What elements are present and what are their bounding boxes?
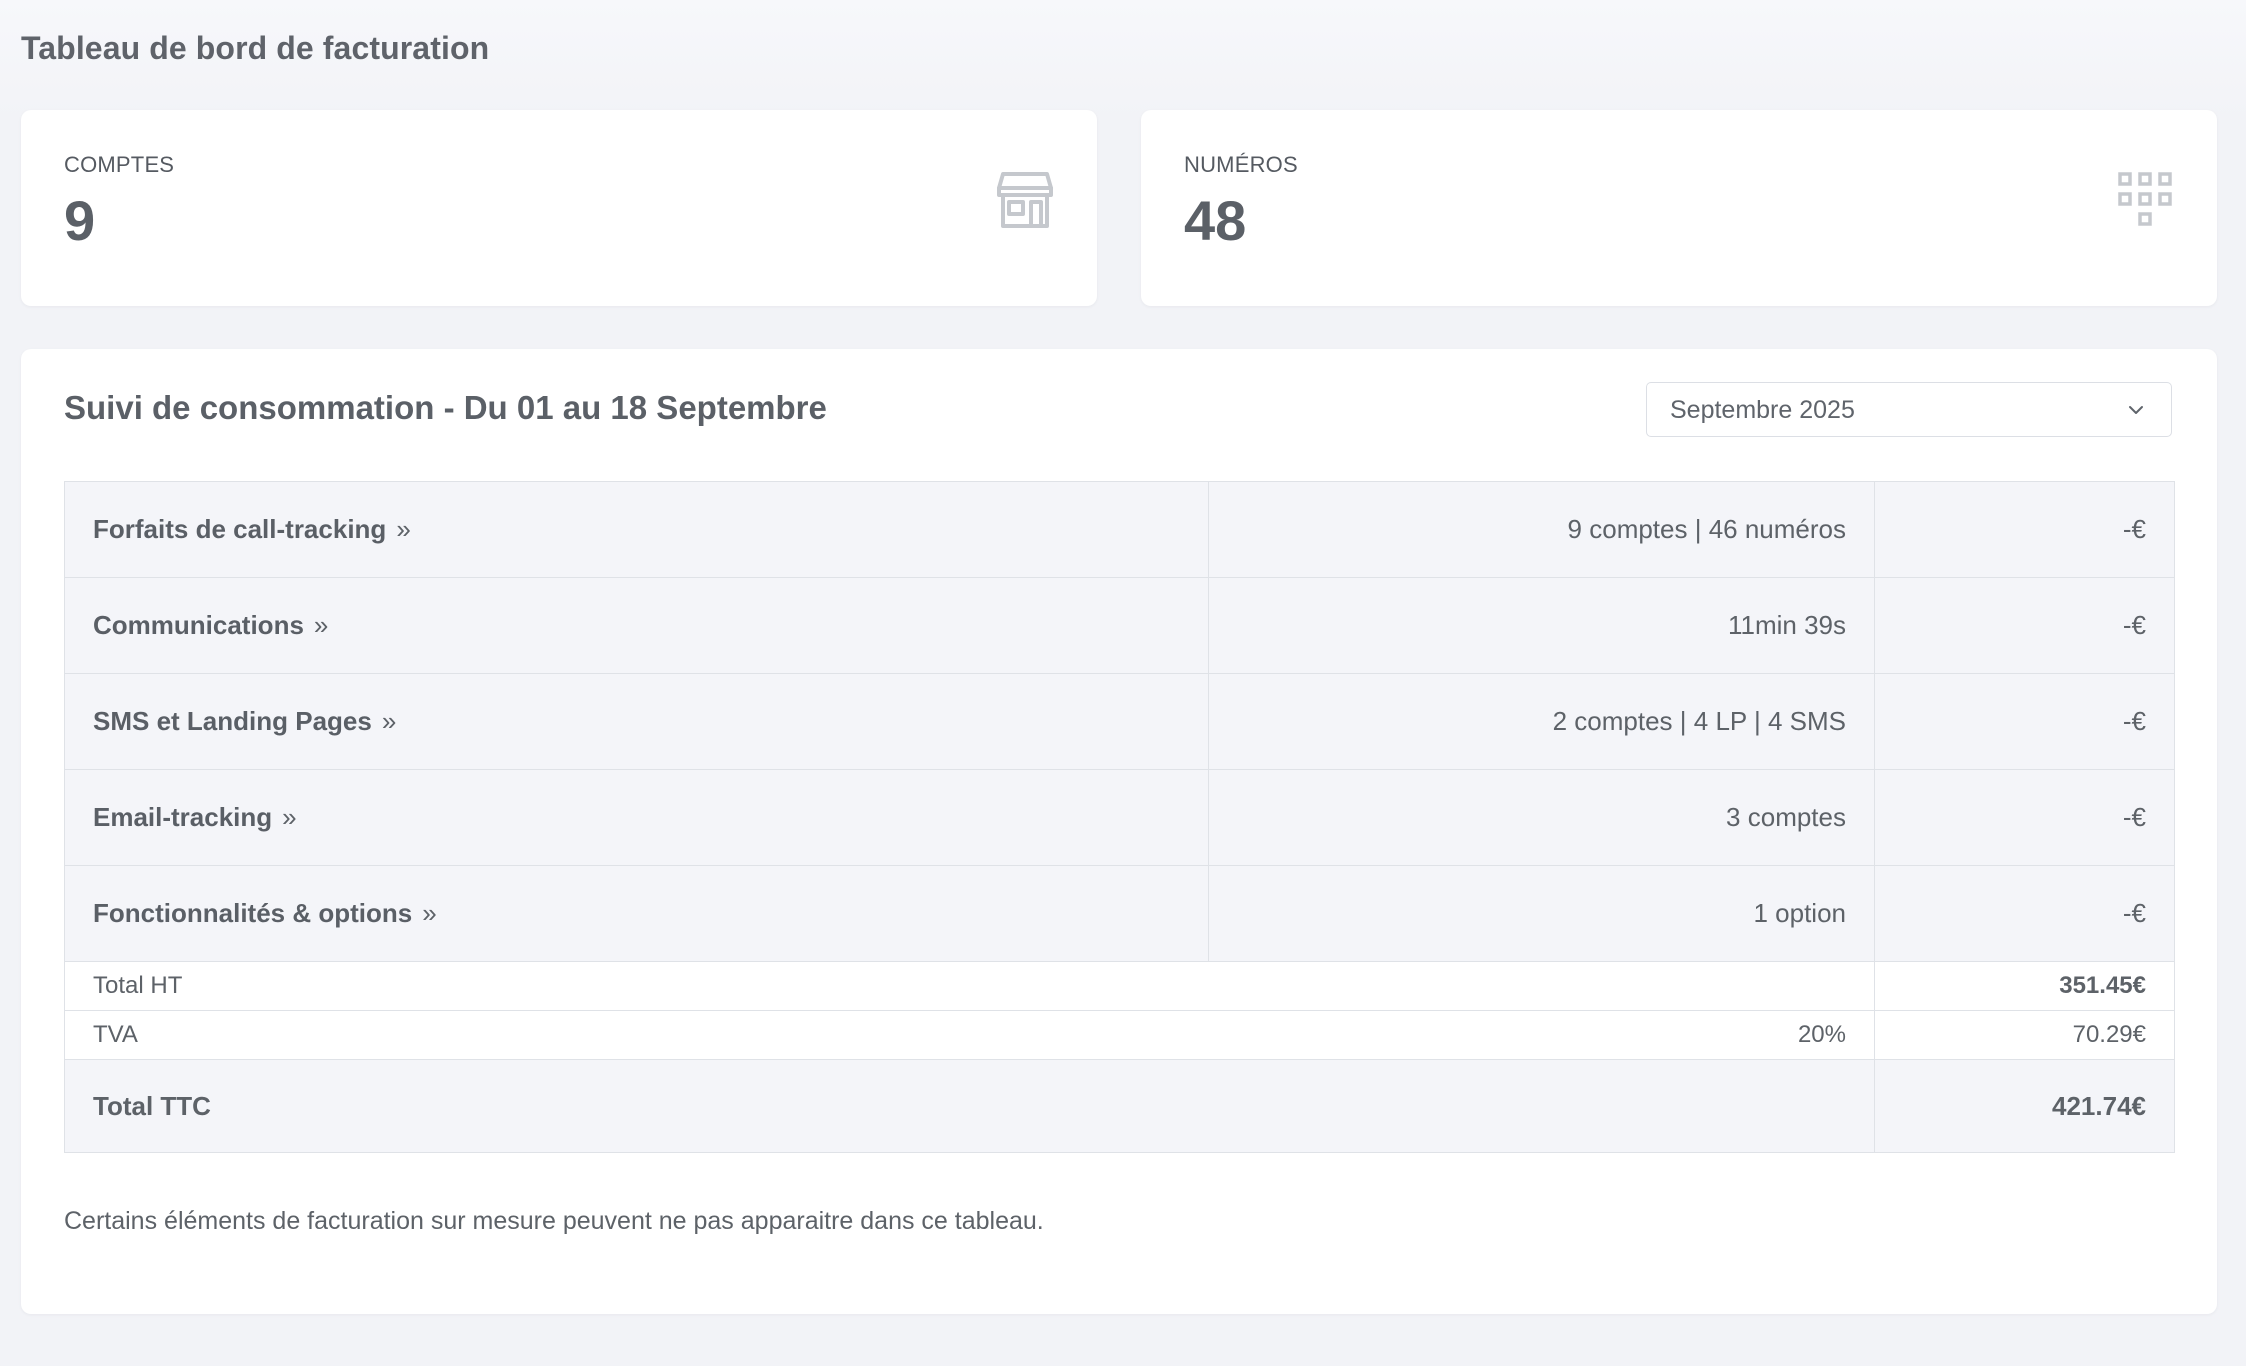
tva-label: TVA [64,1010,1209,1060]
service-label-options[interactable]: Fonctionnalités & options [93,898,412,928]
service-cell: Communications » [64,577,1209,674]
service-amount: -€ [1874,577,2175,674]
consumption-title: Suivi de consommation - Du 01 au 18 Sept… [64,389,827,426]
billing-dashboard: Tableau de bord de facturation COMPTES 9… [0,0,2246,1366]
total-ttc-label: Total TTC [64,1059,1875,1153]
consumption-card: Suivi de consommation - Du 01 au 18 Sept… [21,349,2217,1314]
double-chevron-right-icon: » [381,706,397,736]
stat-label-comptes: COMPTES [64,152,175,177]
service-label-email-tracking[interactable]: Email-tracking [93,802,272,832]
total-ttc-amount: 421.74€ [1874,1059,2175,1153]
service-cell: SMS et Landing Pages » [64,673,1209,770]
service-cell: Email-tracking » [64,769,1209,866]
month-select[interactable]: Septembre 2025 [1646,382,2172,437]
total-ttc-row: Total TTC 421.74€ [64,1059,2175,1153]
service-amount: -€ [1874,769,2175,866]
table-row[interactable]: Fonctionnalités & options » 1 option -€ [64,865,2175,962]
service-detail: 11min 39s [1208,577,1875,674]
total-ht-label: Total HT [64,961,1875,1011]
service-amount: -€ [1874,673,2175,770]
table-row[interactable]: Forfaits de call-tracking » 9 comptes | 4… [64,481,2175,578]
total-ht-amount: 351.45€ [1874,961,2175,1011]
service-label-sms-landing[interactable]: SMS et Landing Pages [93,706,372,736]
double-chevron-right-icon: » [313,610,329,640]
double-chevron-right-icon: » [396,514,411,544]
table-row[interactable]: SMS et Landing Pages » 2 comptes | 4 LP |… [64,673,2175,770]
service-detail: 9 comptes | 46 numéros [1208,481,1875,578]
grid-icon [2118,172,2172,226]
table-row[interactable]: Communications » 11min 39s -€ [64,577,2175,674]
store-icon [997,172,1053,228]
service-detail: 2 comptes | 4 LP | 4 SMS [1208,673,1875,770]
service-amount: -€ [1874,865,2175,962]
page-title: Tableau de bord de facturation [21,30,490,66]
tva-row: TVA 20% 70.29€ [64,1010,2175,1060]
stat-label-numeros: NUMÉROS [1184,152,1298,177]
stat-value-comptes: 9 [64,189,96,252]
tva-amount: 70.29€ [1874,1010,2175,1060]
stat-value-numeros: 48 [1184,189,1247,252]
service-detail: 1 option [1208,865,1875,962]
service-detail: 3 comptes [1208,769,1875,866]
service-amount: -€ [1874,481,2175,578]
table-row[interactable]: Email-tracking » 3 comptes -€ [64,769,2175,866]
tva-rate: 20% [1208,1010,1875,1060]
service-label-call-tracking[interactable]: Forfaits de call-tracking [93,514,386,544]
total-ht-row: Total HT 351.45€ [64,961,2175,1011]
service-cell: Forfaits de call-tracking » [64,481,1209,578]
service-cell: Fonctionnalités & options » [64,865,1209,962]
double-chevron-right-icon: » [282,802,297,832]
stat-card-comptes: COMPTES 9 [21,110,1097,306]
service-label-communications[interactable]: Communications [93,610,304,640]
chevron-down-icon [2129,406,2143,414]
stat-card-numeros: NUMÉROS 48 [1141,110,2217,306]
double-chevron-right-icon: » [422,898,437,928]
billing-table: Forfaits de call-tracking » 9 comptes | 4… [64,481,2175,1153]
month-select-value: Septembre 2025 [1670,396,1855,424]
billing-footnote: Certains éléments de facturation sur mes… [64,1207,1044,1235]
